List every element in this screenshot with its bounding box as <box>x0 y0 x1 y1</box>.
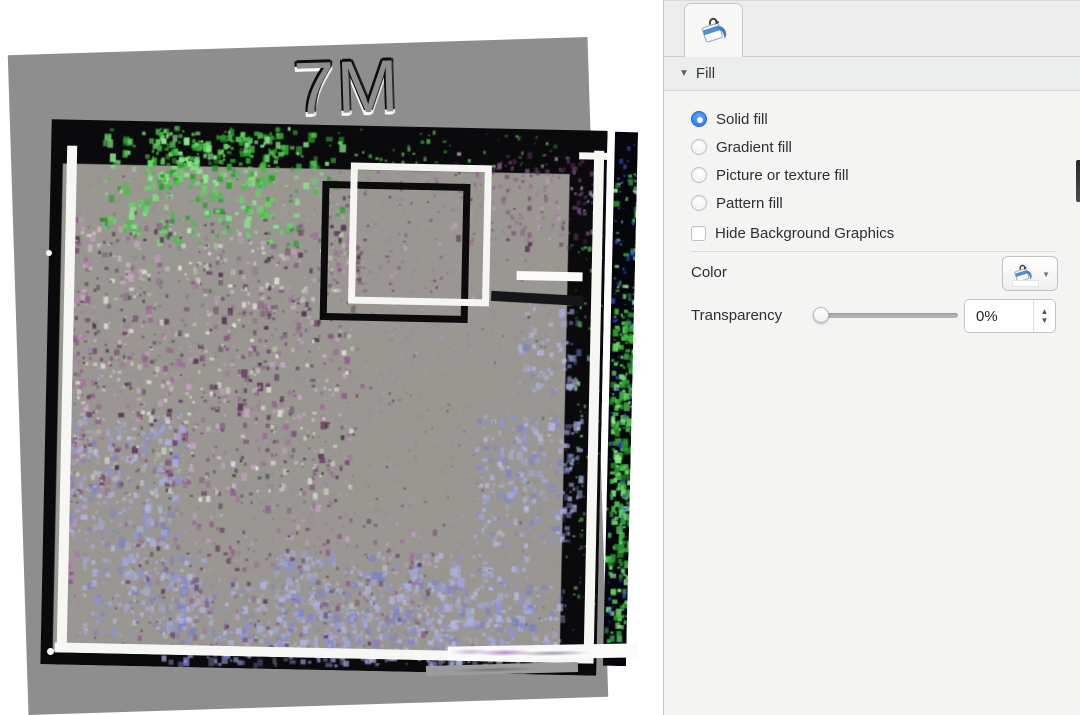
radio-icon <box>691 167 707 183</box>
right-edge-artifact <box>1076 160 1080 202</box>
stepper-up-arrow[interactable]: ▲ <box>1041 308 1049 316</box>
radio-label: Gradient fill <box>716 139 792 156</box>
stepper-arrows: ▲ ▼ <box>1033 300 1055 332</box>
format-inspector-panel: ▼ Fill Solid fill Gradient fill Picture … <box>663 0 1080 715</box>
current-color-swatch <box>1012 280 1039 287</box>
small-scale-bar <box>517 271 583 281</box>
checkbox-icon <box>691 226 706 241</box>
white-roi-outline[interactable] <box>348 163 492 307</box>
transparency-slider[interactable] <box>813 313 958 318</box>
handle-dot <box>47 648 54 655</box>
transparency-label: Transparency <box>691 307 782 324</box>
radio-icon <box>691 195 707 211</box>
fill-section-title: Fill <box>696 65 715 82</box>
radio-icon <box>691 111 707 127</box>
dropdown-arrow-icon: ▼ <box>1042 270 1050 279</box>
radio-label: Solid fill <box>716 111 768 128</box>
color-well-button[interactable]: ▼ <box>1002 256 1058 291</box>
radio-solid-fill[interactable]: Solid fill <box>691 109 768 129</box>
fluorescence-strip-texture <box>603 132 638 666</box>
handle-dot <box>46 250 52 256</box>
slider-thumb[interactable] <box>813 307 829 323</box>
paint-bucket-icon <box>697 14 731 48</box>
radio-label: Pattern fill <box>716 195 783 212</box>
micrograph-image[interactable] <box>40 119 607 676</box>
color-label: Color <box>691 264 727 281</box>
radio-pattern-fill[interactable]: Pattern fill <box>691 193 783 213</box>
checkbox-label: Hide Background Graphics <box>715 225 894 242</box>
disclosure-triangle-icon: ▼ <box>679 69 689 79</box>
radio-label: Picture or texture fill <box>716 167 849 184</box>
transparency-stepper[interactable]: 0% ▲ ▼ <box>964 299 1056 333</box>
tab-style[interactable] <box>684 3 743 58</box>
radio-picture-texture-fill[interactable]: Picture or texture fill <box>691 165 849 185</box>
radio-gradient-fill[interactable]: Gradient fill <box>691 137 792 157</box>
white-frame-top-dash <box>579 152 607 160</box>
transparency-value[interactable]: 0% <box>965 308 998 325</box>
fluorescence-strip-image[interactable] <box>603 132 638 666</box>
stepper-down-arrow[interactable]: ▼ <box>1041 317 1049 325</box>
slide-canvas[interactable]: 7M <box>0 0 663 715</box>
radio-icon <box>691 139 707 155</box>
checkbox-hide-background-graphics[interactable]: Hide Background Graphics <box>691 223 894 243</box>
fill-section-header[interactable]: ▼ Fill <box>664 57 1080 91</box>
divider <box>691 251 1056 252</box>
app-window: 7M <box>0 0 1080 715</box>
